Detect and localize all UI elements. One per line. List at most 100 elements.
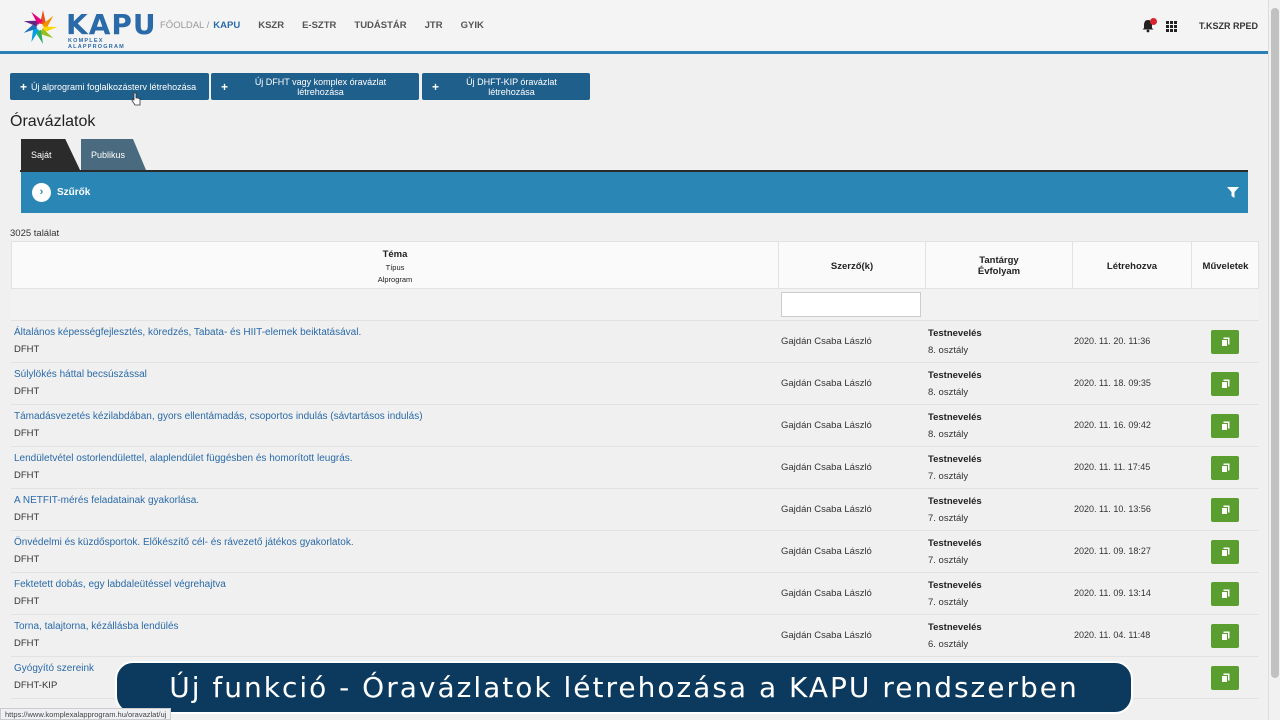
nav-item-kszr[interactable]: KSZR xyxy=(258,20,284,31)
tab-public[interactable]: Publikus xyxy=(81,139,146,170)
lesson-type: DFHT xyxy=(14,428,40,439)
result-count: 3025 találat xyxy=(10,228,60,239)
funnel-icon[interactable] xyxy=(1227,187,1239,198)
page-scrollbar[interactable] xyxy=(1268,0,1280,720)
table-row: Támadásvezetés kézilabdában, gyors ellen… xyxy=(11,405,1259,447)
top-navbar: KAPU KOMPLEX ALAPPROGRAM FŐOLDAL / KAPU … xyxy=(0,0,1268,54)
apps-grid-icon[interactable] xyxy=(1166,21,1177,32)
header-created: Létrehozva xyxy=(1106,260,1158,272)
notification-dot xyxy=(1150,18,1157,25)
copy-lesson-button[interactable] xyxy=(1211,414,1239,438)
main-nav: FŐOLDAL / KAPU KSZR E-SZTR TUDÁSTÁR JTR … xyxy=(160,20,502,31)
lesson-type: DFHT xyxy=(14,344,40,355)
lesson-author: Gajdán Csaba László xyxy=(781,378,872,389)
copy-icon xyxy=(1220,589,1229,599)
lesson-title-link[interactable]: Súlylökés háttal becsúszással xyxy=(14,369,147,380)
lesson-type: DFHT xyxy=(14,470,40,481)
nav-item-tudastar[interactable]: TUDÁSTÁR xyxy=(354,20,406,31)
kapu-logo[interactable]: KAPU KOMPLEX ALAPPROGRAM xyxy=(20,8,156,50)
button-label: Új DHFT-KIP óravázlat létrehozása xyxy=(466,76,557,97)
plus-icon: + xyxy=(432,79,440,94)
hand-cursor-icon xyxy=(131,92,141,106)
lesson-author: Gajdán Csaba László xyxy=(781,504,872,515)
page-title: Óravázlatok xyxy=(10,113,96,130)
lesson-author: Gajdán Csaba László xyxy=(781,546,872,557)
lesson-type: DFHT xyxy=(14,386,40,397)
filters-label: Szűrők xyxy=(57,187,91,198)
lesson-created-date: 2020. 11. 11. 17:45 xyxy=(1074,462,1151,472)
column-subject[interactable]: Tantárgy Évfolyam xyxy=(926,242,1073,290)
lesson-title-link[interactable]: A NETFIT-mérés feladatainak gyakorlása. xyxy=(14,495,199,506)
column-created[interactable]: Létrehozva xyxy=(1073,242,1192,290)
header-topic: Téma xyxy=(382,248,408,260)
lesson-title-link[interactable]: Torna, talajtorna, kézállásba lendülés xyxy=(14,621,179,632)
lesson-created-date: 2020. 11. 16. 09:42 xyxy=(1074,420,1151,430)
video-caption: Új funkció - Óravázlatok létrehozása a K… xyxy=(115,661,1133,714)
copy-lesson-button[interactable] xyxy=(1211,624,1239,648)
lesson-title-link[interactable]: Támadásvezetés kézilabdában, gyors ellen… xyxy=(14,411,423,422)
table-row: Súlylökés háttal becsúszással DFHT Gajdán … xyxy=(11,363,1259,405)
lesson-subject: Testnevelés xyxy=(928,412,982,423)
copy-icon xyxy=(1220,505,1229,515)
lesson-subject: Testnevelés xyxy=(928,622,982,633)
lesson-subject: Testnevelés xyxy=(928,580,982,591)
copy-lesson-button[interactable] xyxy=(1211,372,1239,396)
table-row: A NETFIT-mérés feladatainak gyakorlása. D… xyxy=(11,489,1259,531)
lesson-author: Gajdán Csaba László xyxy=(781,630,872,641)
copy-lesson-button[interactable] xyxy=(1211,456,1239,480)
column-authors[interactable]: Szerző(k) xyxy=(779,242,926,290)
header-grade: Évfolyam xyxy=(977,266,1021,277)
lesson-plans-table: Téma Típus Alprogram Szerző(k) Tantárgy … xyxy=(11,241,1259,699)
lesson-type: DFHT xyxy=(14,638,40,649)
copy-icon xyxy=(1220,463,1229,473)
plus-icon: + xyxy=(20,79,28,94)
copy-icon xyxy=(1220,337,1229,347)
lesson-title-link[interactable]: Fektetett dobás, egy labdaleütéssel végr… xyxy=(14,579,226,590)
breadcrumb-home[interactable]: FŐOLDAL / xyxy=(160,20,209,31)
nav-item-jtr[interactable]: JTR xyxy=(425,20,443,31)
lesson-title-link[interactable]: Gyógyító szereink xyxy=(14,663,94,674)
column-filter-row xyxy=(11,289,1259,321)
column-topic[interactable]: Téma Típus Alprogram xyxy=(12,242,779,290)
chevron-right-icon[interactable]: › xyxy=(32,183,51,202)
author-filter-input[interactable] xyxy=(781,292,921,317)
nav-item-e-sztr[interactable]: E-SZTR xyxy=(302,20,336,31)
new-dfht-lesson-button[interactable]: + Új DFHT vagy komplex óravázlat létreho… xyxy=(211,73,419,100)
copy-icon xyxy=(1220,379,1229,389)
copy-icon xyxy=(1220,421,1229,431)
copy-lesson-button[interactable] xyxy=(1211,498,1239,522)
copy-lesson-button[interactable] xyxy=(1211,582,1239,606)
copy-lesson-button[interactable] xyxy=(1211,666,1239,690)
logo-subtitle: KOMPLEX ALAPPROGRAM xyxy=(68,38,125,50)
lesson-author: Gajdán Csaba László xyxy=(781,462,872,473)
lesson-subject: Testnevelés xyxy=(928,328,982,339)
browser-status-url: https://www.komplexalapprogram.hu/oravaz… xyxy=(0,708,172,720)
nav-item-gyik[interactable]: GYIK xyxy=(461,20,484,31)
lesson-grade: 8. osztály xyxy=(928,387,969,398)
logo-sunburst-icon xyxy=(23,10,58,45)
lesson-grade: 6. osztály xyxy=(928,639,969,650)
lesson-type: DFHT xyxy=(14,596,40,607)
header-type: Típus xyxy=(385,262,405,272)
lesson-type: DFHT xyxy=(14,554,40,565)
lesson-created-date: 2020. 11. 10. 13:56 xyxy=(1074,504,1151,514)
filters-panel[interactable]: › Szűrők xyxy=(21,172,1248,213)
lesson-subject: Testnevelés xyxy=(928,496,982,507)
copy-icon xyxy=(1220,631,1229,641)
new-subprogram-plan-button[interactable]: + Új alprogrami foglalkozásterv létrehoz… xyxy=(10,73,209,100)
lesson-author: Gajdán Csaba László xyxy=(781,420,872,431)
lesson-title-link[interactable]: Önvédelmi és küzdősportok. Előkészítő cé… xyxy=(14,537,354,548)
lesson-author: Gajdán Csaba László xyxy=(781,336,872,347)
lesson-created-date: 2020. 11. 20. 11:36 xyxy=(1074,336,1151,346)
lesson-grade: 8. osztály xyxy=(928,429,969,440)
new-dhft-kip-lesson-button[interactable]: + Új DHFT-KIP óravázlat létrehozása xyxy=(422,73,590,100)
copy-lesson-button[interactable] xyxy=(1211,540,1239,564)
lesson-title-link[interactable]: Általános képességfejlesztés, köredzés, … xyxy=(14,327,361,338)
scrollbar-thumb[interactable] xyxy=(1271,8,1279,678)
tab-own[interactable]: Saját xyxy=(21,139,80,170)
copy-lesson-button[interactable] xyxy=(1211,330,1239,354)
lesson-created-date: 2020. 11. 09. 13:14 xyxy=(1074,588,1151,598)
lesson-title-link[interactable]: Lendületvétel ostorlendülettel, alaplend… xyxy=(14,453,353,464)
user-menu[interactable]: T.KSZR RPED xyxy=(1199,21,1258,31)
nav-item-kapu[interactable]: KAPU xyxy=(213,20,240,31)
